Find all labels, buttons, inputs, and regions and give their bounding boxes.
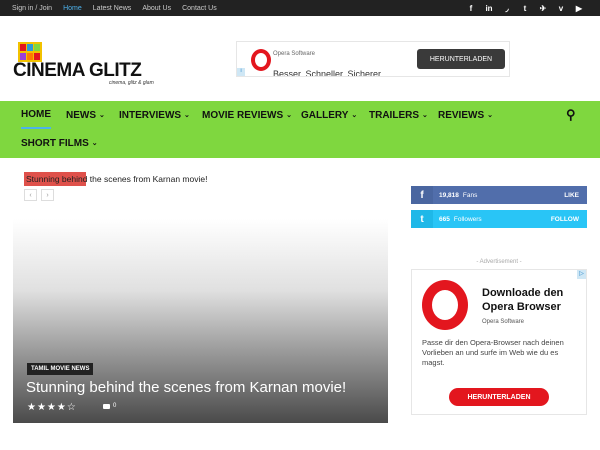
- contact-us-link[interactable]: Contact Us: [182, 5, 217, 12]
- facebook-counter[interactable]: f 19,818 Fans LIKE: [411, 186, 587, 204]
- chevron-down-icon: ⌄: [487, 112, 493, 119]
- latest-news-link[interactable]: Latest News: [93, 5, 132, 12]
- nav-trailers[interactable]: TRAILERS ⌄: [369, 101, 428, 129]
- comment-count-value: 0: [113, 403, 117, 409]
- featured-post[interactable]: TAMIL MOVIE NEWS Stunning behind the sce…: [13, 219, 388, 423]
- youtube-icon[interactable]: ▶: [570, 4, 588, 13]
- chevron-down-icon: ⌄: [184, 112, 190, 119]
- chevron-down-icon: ⌄: [91, 140, 98, 147]
- nav-home-label: HOME: [21, 108, 51, 120]
- nav-reviews[interactable]: REVIEWS ⌄: [438, 101, 493, 129]
- twitter-label: Followers: [453, 215, 482, 223]
- home-link[interactable]: Home: [63, 5, 82, 12]
- twitter-icon[interactable]: ✈: [534, 4, 552, 13]
- ad-download-button[interactable]: HERUNTERLADEN: [449, 388, 549, 406]
- facebook-label: Fans: [462, 191, 478, 199]
- comment-icon: [103, 403, 110, 409]
- ad-brand: Opera Software: [482, 319, 525, 325]
- nav-movie-reviews-label: MOVIE REVIEWS: [202, 109, 284, 121]
- twitter-icon: t: [411, 210, 433, 228]
- twitter-count: 665: [439, 215, 450, 223]
- advertisement-label: - Advertisement -: [476, 259, 522, 265]
- nav-reviews-label: REVIEWS: [438, 109, 485, 121]
- nav-trailers-label: TRAILERS: [369, 109, 419, 121]
- ticker-prev-button[interactable]: ‹: [24, 189, 37, 201]
- twitter-counter[interactable]: t 665 Followers FOLLOW: [411, 210, 587, 228]
- nav-gallery-label: GALLERY: [301, 109, 349, 121]
- side-advertisement[interactable]: ▷ Downloade den Opera Browser Opera Soft…: [411, 269, 587, 415]
- rating-stars: ★★★★☆: [27, 402, 77, 413]
- site-logo[interactable]: CINEMA GLITZ cinema, glitz & glam: [13, 38, 154, 88]
- nav-home[interactable]: HOME: [21, 101, 51, 129]
- vimeo-icon[interactable]: v: [552, 4, 570, 13]
- chevron-down-icon: ⌄: [286, 112, 292, 119]
- ad-headline: Downloade den Opera Browser: [482, 287, 564, 313]
- nav-interviews-label: INTERVIEWS: [119, 109, 182, 121]
- nav-news[interactable]: NEWS ⌄: [66, 101, 105, 129]
- post-category[interactable]: TAMIL MOVIE NEWS: [27, 363, 94, 375]
- top-advertisement[interactable]: Opera Software Besser. Schneller. Sicher…: [236, 41, 510, 77]
- chevron-down-icon: ⌄: [422, 112, 428, 119]
- nav-short-films[interactable]: SHORT FILMS ⌄: [21, 129, 98, 157]
- nav-movie-reviews[interactable]: MOVIE REVIEWS ⌄: [202, 101, 292, 129]
- chevron-down-icon: ⌄: [99, 112, 105, 119]
- linkedin-icon[interactable]: in: [480, 4, 498, 13]
- facebook-like-button[interactable]: LIKE: [564, 192, 579, 199]
- main-nav: HOME NEWS ⌄ INTERVIEWS ⌄ MOVIE REVIEWS ⌄…: [0, 101, 600, 158]
- top-bar: Sign in / Join Home Latest News About Us…: [0, 0, 600, 16]
- facebook-icon: f: [411, 186, 433, 204]
- signin-link[interactable]: Sign in / Join: [12, 5, 52, 12]
- opera-logo-icon: [422, 280, 468, 330]
- ad-slogan: Besser. Schneller. Sicherer.: [273, 69, 384, 77]
- tumblr-icon[interactable]: t: [516, 4, 534, 13]
- nav-interviews[interactable]: INTERVIEWS ⌄: [119, 101, 190, 129]
- about-us-link[interactable]: About Us: [142, 5, 171, 12]
- opera-logo-icon: [251, 49, 271, 71]
- chevron-down-icon: ⌄: [351, 112, 358, 119]
- ad-brand: Opera Software: [273, 51, 316, 57]
- search-icon[interactable]: ⚲: [566, 101, 576, 129]
- site-tagline: cinema, glitz & glam: [109, 80, 154, 86]
- ticker-arrows: ‹ ›: [24, 189, 58, 201]
- comment-count[interactable]: 0: [103, 403, 116, 409]
- nav-news-label: NEWS: [66, 109, 96, 121]
- top-social-icons: f in ◞ t ✈ v ▶: [462, 0, 588, 16]
- facebook-count: 19,818: [439, 191, 459, 199]
- nav-short-films-label: SHORT FILMS: [21, 137, 89, 149]
- top-links: Sign in / Join Home Latest News About Us…: [12, 0, 228, 16]
- facebook-icon[interactable]: f: [462, 4, 480, 13]
- twitter-follow-button[interactable]: FOLLOW: [551, 216, 579, 223]
- ad-info-icon[interactable]: i: [237, 68, 245, 76]
- ad-download-button[interactable]: HERUNTERLADEN: [417, 49, 505, 69]
- site-name: CINEMA GLITZ: [13, 60, 142, 81]
- ticker-title[interactable]: Stunning behind the scenes from Karnan m…: [26, 174, 207, 184]
- ad-info-icon[interactable]: ▷: [577, 270, 586, 279]
- nav-gallery[interactable]: GALLERY ⌄: [301, 101, 357, 129]
- ad-body: Passe dir den Opera-Browser nach deinen …: [422, 338, 564, 367]
- rss-icon[interactable]: ◞: [498, 4, 516, 13]
- post-title[interactable]: Stunning behind the scenes from Karnan m…: [26, 379, 346, 396]
- ticker-next-button[interactable]: ›: [41, 189, 54, 201]
